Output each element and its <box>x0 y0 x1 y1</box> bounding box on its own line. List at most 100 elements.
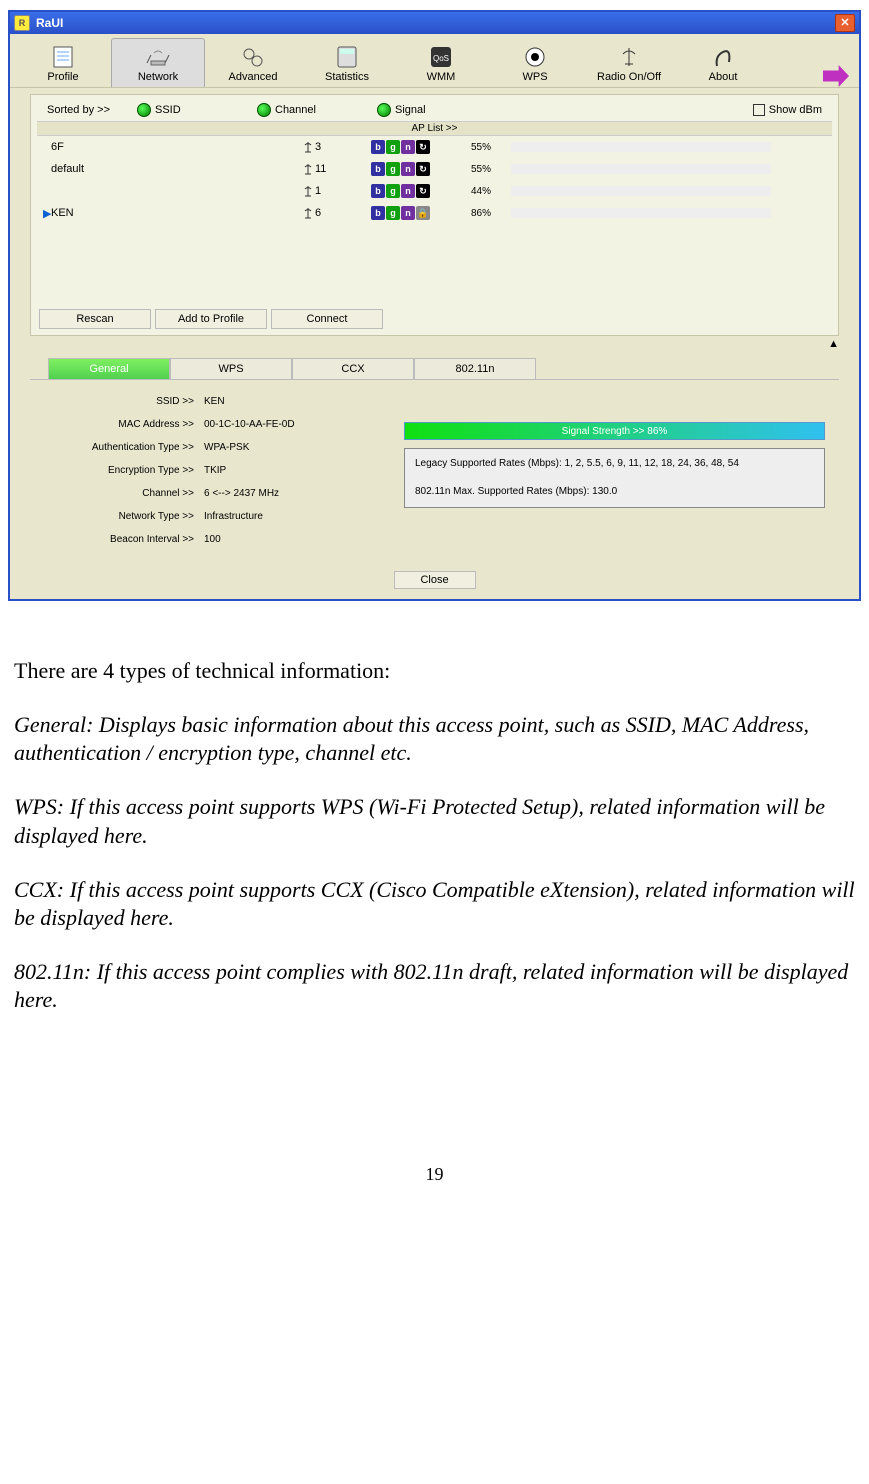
tool-wmm[interactable]: QoS WMM <box>395 39 487 87</box>
signal-strength-bar: Signal Strength >> 86% <box>404 422 825 440</box>
antenna-icon <box>301 140 315 154</box>
tool-profile[interactable]: Profile <box>17 39 109 87</box>
mode-n-icon: n <box>401 162 415 176</box>
detail-panel: SSID >>KEN MAC Address >>00-1C-10-AA-FE-… <box>30 379 839 561</box>
cycle-icon: ↻ <box>416 140 430 154</box>
titlebar[interactable]: R RaUI ✕ <box>10 12 859 34</box>
ch-key: Channel >> <box>34 488 204 499</box>
mac-val: 00-1C-10-AA-FE-0D <box>204 419 295 430</box>
ap-selected-icon: ▶ <box>43 207 51 220</box>
checkbox-icon <box>753 104 765 116</box>
close-button[interactable]: Close <box>394 571 476 589</box>
doc-intro: There are 4 types of technical informati… <box>14 657 855 685</box>
sort-signal[interactable]: Signal <box>377 103 557 117</box>
ap-percent: 55% <box>471 142 511 153</box>
sorted-by-label: Sorted by >> <box>47 104 137 116</box>
mode-g-icon: g <box>386 162 400 176</box>
signal-bar <box>511 142 771 152</box>
ap-percent: 44% <box>471 186 511 197</box>
tool-wps[interactable]: WPS <box>489 39 581 87</box>
ap-percent: 86% <box>471 208 511 219</box>
ap-badges: bgn↻ <box>371 162 471 176</box>
show-dbm-check[interactable]: Show dBm <box>753 104 822 116</box>
signal-bar <box>511 186 771 196</box>
doc-general: General: Displays basic information abou… <box>14 711 855 767</box>
qos-icon: QoS <box>397 45 485 69</box>
calculator-icon <box>303 45 391 69</box>
rescan-button[interactable]: Rescan <box>39 309 151 329</box>
page-number: 19 <box>8 1164 861 1185</box>
doc-80211n: 802.11n: If this access point complies w… <box>14 958 855 1014</box>
antenna-icon <box>301 206 315 220</box>
tool-advanced[interactable]: Advanced <box>207 39 299 87</box>
bi-val: 100 <box>204 534 221 545</box>
app-window: R RaUI ✕ Profile Network Advanced Statis… <box>8 10 861 601</box>
rates-11n: 802.11n Max. Supported Rates (Mbps): 130… <box>415 485 814 499</box>
ap-badges: bgn↻ <box>371 140 471 154</box>
cycle-icon: ↻ <box>416 184 430 198</box>
antenna-icon <box>301 184 315 198</box>
auth-val: WPA-PSK <box>204 442 249 453</box>
doc-ccx: CCX: If this access point supports CCX (… <box>14 876 855 932</box>
about-icon <box>679 45 767 69</box>
ap-row[interactable]: 6F3bgn↻55% <box>37 136 832 158</box>
app-icon: R <box>14 15 30 31</box>
toolbar: Profile Network Advanced Statistics QoS … <box>10 34 859 88</box>
mode-g-icon: g <box>386 206 400 220</box>
ap-list-header: AP List >> <box>37 121 832 136</box>
mode-b-icon: b <box>371 206 385 220</box>
sort-channel[interactable]: Channel <box>257 103 377 117</box>
ap-badges: bgn🔒 <box>371 206 471 220</box>
ap-name: KEN <box>51 207 301 219</box>
close-icon[interactable]: ✕ <box>835 14 855 32</box>
close-row: Close <box>10 565 859 599</box>
tool-radio[interactable]: Radio On/Off <box>583 39 675 87</box>
net-val: Infrastructure <box>204 511 263 522</box>
tab-bar: General WPS CCX 802.11n <box>48 358 839 379</box>
connect-button[interactable]: Connect <box>271 309 383 329</box>
ap-name: 6F <box>51 141 301 153</box>
tool-about[interactable]: About <box>677 39 769 87</box>
ssid-val: KEN <box>204 396 225 407</box>
ap-channel: 3 <box>301 140 371 154</box>
ap-panel: Sorted by >> SSID Channel Signal Show dB… <box>30 94 839 336</box>
ap-row[interactable]: 1bgn↻44% <box>37 180 832 202</box>
ap-row[interactable]: default11bgn↻55% <box>37 158 832 180</box>
sort-ssid[interactable]: SSID <box>137 103 257 117</box>
tab-ccx[interactable]: CCX <box>292 358 414 379</box>
detail-right: Signal Strength >> 86% Legacy Supported … <box>394 394 835 557</box>
ap-channel: 11 <box>301 162 371 176</box>
mac-key: MAC Address >> <box>34 419 204 430</box>
ap-channel: 6 <box>301 206 371 220</box>
tab-80211n[interactable]: 802.11n <box>414 358 536 379</box>
svg-text:QoS: QoS <box>433 54 449 63</box>
ap-row[interactable]: ▶KEN6bgn🔒86% <box>37 202 832 224</box>
tab-general[interactable]: General <box>48 358 170 379</box>
add-to-profile-button[interactable]: Add to Profile <box>155 309 267 329</box>
enc-key: Encryption Type >> <box>34 465 204 476</box>
rates-box: Legacy Supported Rates (Mbps): 1, 2, 5.5… <box>404 448 825 508</box>
mode-g-icon: g <box>386 184 400 198</box>
doc-wps: WPS: If this access point supports WPS (… <box>14 793 855 849</box>
ap-list[interactable]: 6F3bgn↻55%default11bgn↻55%1bgn↻44%▶KEN6b… <box>37 136 832 306</box>
signal-bar <box>511 164 771 174</box>
auth-key: Authentication Type >> <box>34 442 204 453</box>
tool-network[interactable]: Network <box>111 38 205 87</box>
mode-n-icon: n <box>401 206 415 220</box>
network-icon <box>114 45 202 69</box>
window-title: RaUI <box>34 16 835 30</box>
arrow-right-icon[interactable] <box>823 65 849 87</box>
tool-statistics[interactable]: Statistics <box>301 39 393 87</box>
radio-on-icon <box>377 103 391 117</box>
tab-wps[interactable]: WPS <box>170 358 292 379</box>
sort-row: Sorted by >> SSID Channel Signal Show dB… <box>37 99 832 121</box>
mode-b-icon: b <box>371 140 385 154</box>
gear-icon <box>209 45 297 69</box>
radio-on-icon <box>257 103 271 117</box>
profile-icon <box>19 45 107 69</box>
radio-icon <box>585 45 673 69</box>
mode-n-icon: n <box>401 184 415 198</box>
collapse-toggle[interactable]: ▲ <box>30 336 839 352</box>
enc-val: TKIP <box>204 465 226 476</box>
ap-channel: 1 <box>301 184 371 198</box>
